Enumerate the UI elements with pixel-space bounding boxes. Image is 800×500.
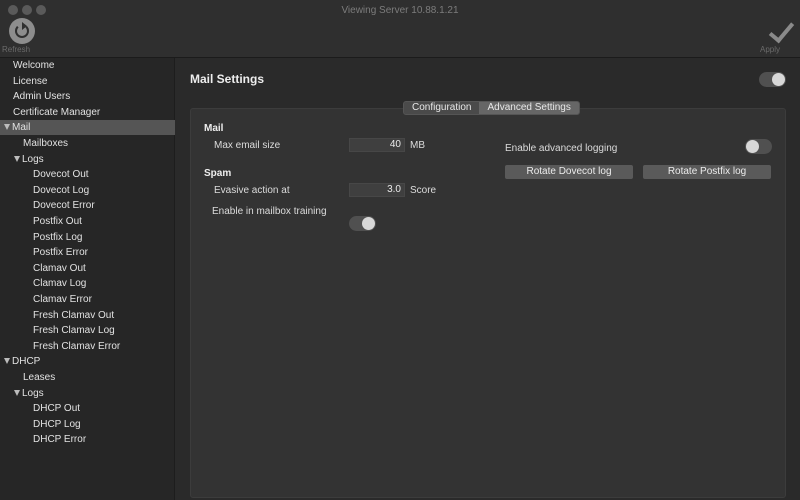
- sidebar-item-label: Clamav Log: [33, 278, 87, 290]
- sidebar-item-label: Fresh Clamav Log: [33, 325, 115, 337]
- sidebar-item-label: Mailboxes: [23, 138, 69, 149]
- sidebar-item-dhcp-out[interactable]: DHCP Out: [0, 401, 175, 416]
- sidebar-item-label: Admin Users: [13, 91, 71, 103]
- sidebar-item-fresh-clamav-log[interactable]: Fresh Clamav Log: [0, 323, 175, 338]
- toggle-knob: [772, 73, 785, 86]
- toggle-knob: [746, 140, 759, 153]
- disclosure-triangle-icon[interactable]: [14, 155, 20, 162]
- sidebar-item-admin-users[interactable]: Admin Users: [0, 89, 175, 104]
- sidebar-item-postfix-error[interactable]: Postfix Error: [0, 245, 175, 260]
- settings-tabs: Configuration Advanced Settings: [403, 101, 580, 115]
- sidebar-item-label: Dovecot Out: [33, 169, 89, 181]
- sidebar-item-label: License: [13, 75, 48, 87]
- sidebar-item-fresh-clamav-out[interactable]: Fresh Clamav Out: [0, 308, 175, 323]
- sidebar-item-label: DHCP: [12, 356, 41, 368]
- sidebar-item-dhcp-logs[interactable]: Logs: [0, 386, 175, 401]
- sidebar-item-label: Dovecot Error: [33, 200, 95, 212]
- evasive-action-unit: Score: [410, 185, 437, 196]
- max-email-size-label: Max email size: [214, 140, 281, 151]
- sidebar-item-label: Leases: [23, 372, 56, 383]
- tab-configuration[interactable]: Configuration: [404, 102, 479, 114]
- disclosure-triangle-icon[interactable]: [14, 389, 20, 396]
- sidebar-item-label: Fresh Clamav Error: [33, 340, 121, 352]
- sidebar-item-label: Fresh Clamav Out: [33, 309, 115, 321]
- rotate-dovecot-log-button[interactable]: Rotate Dovecot log: [505, 165, 633, 179]
- sidebar-item-mailboxes[interactable]: Mailboxes: [0, 136, 175, 151]
- sidebar-item-license[interactable]: License: [0, 74, 175, 89]
- refresh-button[interactable]: Refresh: [2, 18, 42, 54]
- sidebar-item-mail-logs[interactable]: Logs: [0, 152, 175, 167]
- disclosure-triangle-icon[interactable]: [4, 124, 10, 131]
- evasive-action-input[interactable]: 3.0: [349, 183, 405, 197]
- refresh-label: Refresh: [2, 45, 31, 54]
- sidebar-item-label: Logs: [22, 153, 44, 165]
- sidebar-item-label: Postfix Log: [33, 231, 83, 243]
- advanced-logging-toggle[interactable]: [745, 139, 772, 154]
- mailbox-training-label: Enable in mailbox training: [212, 206, 327, 217]
- toggle-knob: [362, 217, 375, 230]
- sidebar-item-label: DHCP Log: [33, 418, 81, 430]
- sidebar-item-dovecot-error[interactable]: Dovecot Error: [0, 198, 175, 213]
- sidebar-item-clamav-out[interactable]: Clamav Out: [0, 261, 175, 276]
- sidebar-item-certificate-manager[interactable]: Certificate Manager: [0, 105, 175, 120]
- spam-section-heading: Spam: [204, 168, 232, 179]
- sidebar-item-label: DHCP Error: [33, 434, 87, 446]
- sidebar-item-postfix-out[interactable]: Postfix Out: [0, 214, 175, 229]
- mail-service-toggle[interactable]: [759, 72, 786, 87]
- sidebar-item-dovecot-log[interactable]: Dovecot Log: [0, 183, 175, 198]
- sidebar-item-leases[interactable]: Leases: [0, 370, 175, 385]
- mailbox-training-toggle[interactable]: [349, 216, 376, 231]
- evasive-action-label: Evasive action at: [214, 185, 290, 196]
- sidebar-item-dhcp-error[interactable]: DHCP Error: [0, 432, 175, 447]
- page-title: Mail Settings: [190, 72, 265, 86]
- sidebar-item-mail[interactable]: Mail: [0, 120, 175, 136]
- max-email-size-unit: MB: [410, 140, 425, 151]
- sidebar-item-postfix-log[interactable]: Postfix Log: [0, 230, 175, 245]
- checkmark-icon: [767, 18, 793, 44]
- sidebar-item-label: Mail: [12, 122, 31, 134]
- sidebar-item-clamav-error[interactable]: Clamav Error: [0, 292, 175, 307]
- max-email-size-input[interactable]: 40: [349, 138, 405, 152]
- sidebar-item-label: Clamav Error: [33, 294, 92, 305]
- apply-button[interactable]: Apply: [760, 18, 800, 54]
- sidebar-item-label: Certificate Manager: [13, 106, 101, 118]
- sidebar-item-fresh-clamav-error[interactable]: Fresh Clamav Error: [0, 339, 175, 354]
- refresh-icon: [9, 18, 35, 44]
- sidebar-item-welcome[interactable]: Welcome: [0, 58, 175, 73]
- sidebar-item-clamav-log[interactable]: Clamav Log: [0, 276, 175, 291]
- sidebar-item-label: Postfix Error: [33, 247, 89, 259]
- sidebar-item-dovecot-out[interactable]: Dovecot Out: [0, 167, 175, 182]
- sidebar-item-label: Logs: [22, 387, 44, 399]
- sidebar-item-label: DHCP Out: [33, 403, 81, 415]
- sidebar: Welcome License Admin Users Certificate …: [0, 58, 175, 500]
- mail-section-heading: Mail: [204, 123, 224, 134]
- sidebar-item-dhcp[interactable]: DHCP: [0, 354, 175, 369]
- sidebar-item-label: Postfix Out: [33, 216, 82, 227]
- sidebar-item-dhcp-log[interactable]: DHCP Log: [0, 417, 175, 432]
- tab-advanced-settings[interactable]: Advanced Settings: [479, 102, 579, 114]
- sidebar-item-label: Dovecot Log: [33, 184, 90, 196]
- advanced-logging-label: Enable advanced logging: [505, 143, 618, 154]
- sidebar-item-label: Welcome: [13, 60, 55, 71]
- sidebar-item-label: Clamav Out: [33, 262, 86, 274]
- window-title: Viewing Server 10.88.1.21: [341, 5, 459, 16]
- rotate-postfix-log-button[interactable]: Rotate Postfix log: [643, 165, 771, 179]
- title-bar: Viewing Server 10.88.1.21 Refresh Apply: [0, 0, 800, 58]
- disclosure-triangle-icon[interactable]: [4, 358, 10, 365]
- apply-label: Apply: [760, 45, 781, 54]
